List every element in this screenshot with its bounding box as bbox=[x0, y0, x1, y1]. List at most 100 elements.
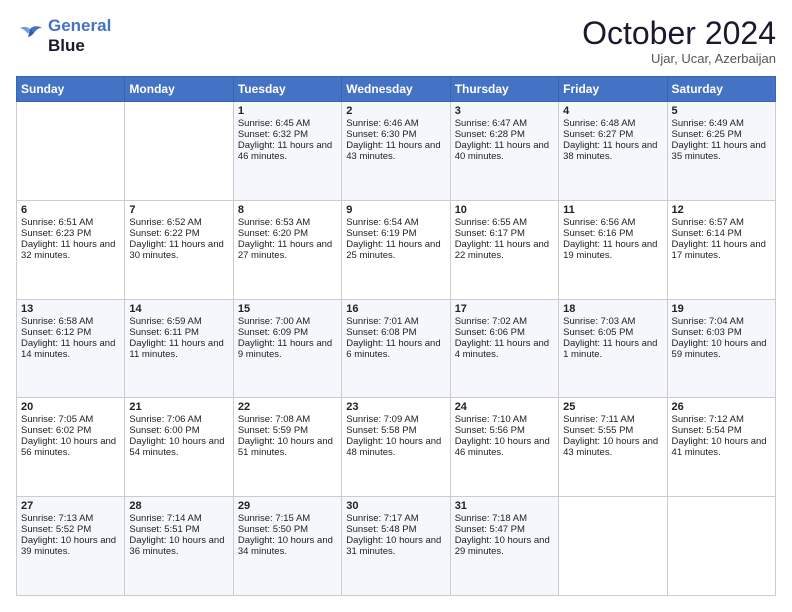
sunrise-text: Sunrise: 7:01 AM bbox=[346, 316, 445, 327]
sunrise-text: Sunrise: 7:03 AM bbox=[563, 316, 662, 327]
sunrise-text: Sunrise: 7:05 AM bbox=[21, 414, 120, 425]
table-row: 3Sunrise: 6:47 AMSunset: 6:28 PMDaylight… bbox=[450, 102, 558, 201]
sunrise-text: Sunrise: 7:17 AM bbox=[346, 513, 445, 524]
table-row: 30Sunrise: 7:17 AMSunset: 5:48 PMDayligh… bbox=[342, 497, 450, 596]
day-number: 27 bbox=[21, 500, 120, 512]
sunrise-text: Sunrise: 7:02 AM bbox=[455, 316, 554, 327]
daylight-text: Daylight: 10 hours and 29 minutes. bbox=[455, 535, 554, 557]
sunrise-text: Sunrise: 7:15 AM bbox=[238, 513, 337, 524]
sunrise-text: Sunrise: 6:51 AM bbox=[21, 217, 120, 228]
day-number: 4 bbox=[563, 105, 662, 117]
daylight-text: Daylight: 11 hours and 1 minute. bbox=[563, 338, 662, 360]
col-sunday: Sunday bbox=[17, 77, 125, 102]
sunset-text: Sunset: 5:51 PM bbox=[129, 524, 228, 535]
sunset-text: Sunset: 5:59 PM bbox=[238, 425, 337, 436]
daylight-text: Daylight: 11 hours and 46 minutes. bbox=[238, 140, 337, 162]
sunrise-text: Sunrise: 7:08 AM bbox=[238, 414, 337, 425]
table-row: 15Sunrise: 7:00 AMSunset: 6:09 PMDayligh… bbox=[233, 299, 341, 398]
daylight-text: Daylight: 11 hours and 25 minutes. bbox=[346, 239, 445, 261]
daylight-text: Daylight: 11 hours and 40 minutes. bbox=[455, 140, 554, 162]
daylight-text: Daylight: 11 hours and 6 minutes. bbox=[346, 338, 445, 360]
logo-text: General Blue bbox=[48, 16, 111, 57]
sunset-text: Sunset: 6:32 PM bbox=[238, 129, 337, 140]
sunrise-text: Sunrise: 6:57 AM bbox=[672, 217, 771, 228]
daylight-text: Daylight: 11 hours and 27 minutes. bbox=[238, 239, 337, 261]
day-number: 12 bbox=[672, 204, 771, 216]
day-number: 1 bbox=[238, 105, 337, 117]
table-row: 9Sunrise: 6:54 AMSunset: 6:19 PMDaylight… bbox=[342, 200, 450, 299]
col-tuesday: Tuesday bbox=[233, 77, 341, 102]
daylight-text: Daylight: 11 hours and 38 minutes. bbox=[563, 140, 662, 162]
day-number: 29 bbox=[238, 500, 337, 512]
sunrise-text: Sunrise: 7:10 AM bbox=[455, 414, 554, 425]
table-row: 24Sunrise: 7:10 AMSunset: 5:56 PMDayligh… bbox=[450, 398, 558, 497]
sunset-text: Sunset: 6:30 PM bbox=[346, 129, 445, 140]
table-row: 11Sunrise: 6:56 AMSunset: 6:16 PMDayligh… bbox=[559, 200, 667, 299]
location: Ujar, Ucar, Azerbaijan bbox=[582, 51, 776, 66]
day-number: 22 bbox=[238, 401, 337, 413]
calendar-week-5: 27Sunrise: 7:13 AMSunset: 5:52 PMDayligh… bbox=[17, 497, 776, 596]
sunset-text: Sunset: 6:19 PM bbox=[346, 228, 445, 239]
sunrise-text: Sunrise: 6:47 AM bbox=[455, 118, 554, 129]
sunset-text: Sunset: 5:48 PM bbox=[346, 524, 445, 535]
calendar-week-3: 13Sunrise: 6:58 AMSunset: 6:12 PMDayligh… bbox=[17, 299, 776, 398]
title-block: October 2024 Ujar, Ucar, Azerbaijan bbox=[582, 16, 776, 66]
table-row: 10Sunrise: 6:55 AMSunset: 6:17 PMDayligh… bbox=[450, 200, 558, 299]
logo: General Blue bbox=[16, 16, 111, 57]
day-number: 14 bbox=[129, 303, 228, 315]
daylight-text: Daylight: 11 hours and 9 minutes. bbox=[238, 338, 337, 360]
daylight-text: Daylight: 10 hours and 31 minutes. bbox=[346, 535, 445, 557]
sunset-text: Sunset: 6:22 PM bbox=[129, 228, 228, 239]
sunset-text: Sunset: 6:05 PM bbox=[563, 327, 662, 338]
day-number: 23 bbox=[346, 401, 445, 413]
day-number: 11 bbox=[563, 204, 662, 216]
sunrise-text: Sunrise: 6:58 AM bbox=[21, 316, 120, 327]
daylight-text: Daylight: 10 hours and 48 minutes. bbox=[346, 436, 445, 458]
sunrise-text: Sunrise: 6:52 AM bbox=[129, 217, 228, 228]
calendar-week-1: 1Sunrise: 6:45 AMSunset: 6:32 PMDaylight… bbox=[17, 102, 776, 201]
sunset-text: Sunset: 5:58 PM bbox=[346, 425, 445, 436]
sunset-text: Sunset: 6:11 PM bbox=[129, 327, 228, 338]
sunset-text: Sunset: 5:52 PM bbox=[21, 524, 120, 535]
daylight-text: Daylight: 11 hours and 22 minutes. bbox=[455, 239, 554, 261]
table-row: 2Sunrise: 6:46 AMSunset: 6:30 PMDaylight… bbox=[342, 102, 450, 201]
sunrise-text: Sunrise: 6:53 AM bbox=[238, 217, 337, 228]
sunset-text: Sunset: 5:50 PM bbox=[238, 524, 337, 535]
daylight-text: Daylight: 11 hours and 19 minutes. bbox=[563, 239, 662, 261]
sunrise-text: Sunrise: 7:04 AM bbox=[672, 316, 771, 327]
calendar-week-4: 20Sunrise: 7:05 AMSunset: 6:02 PMDayligh… bbox=[17, 398, 776, 497]
table-row: 12Sunrise: 6:57 AMSunset: 6:14 PMDayligh… bbox=[667, 200, 775, 299]
header: General Blue October 2024 Ujar, Ucar, Az… bbox=[16, 16, 776, 66]
sunrise-text: Sunrise: 7:00 AM bbox=[238, 316, 337, 327]
table-row: 22Sunrise: 7:08 AMSunset: 5:59 PMDayligh… bbox=[233, 398, 341, 497]
table-row bbox=[125, 102, 233, 201]
page: General Blue October 2024 Ujar, Ucar, Az… bbox=[0, 0, 792, 612]
day-number: 21 bbox=[129, 401, 228, 413]
day-number: 8 bbox=[238, 204, 337, 216]
table-row: 8Sunrise: 6:53 AMSunset: 6:20 PMDaylight… bbox=[233, 200, 341, 299]
sunset-text: Sunset: 6:14 PM bbox=[672, 228, 771, 239]
col-wednesday: Wednesday bbox=[342, 77, 450, 102]
sunrise-text: Sunrise: 7:14 AM bbox=[129, 513, 228, 524]
daylight-text: Daylight: 11 hours and 11 minutes. bbox=[129, 338, 228, 360]
calendar-week-2: 6Sunrise: 6:51 AMSunset: 6:23 PMDaylight… bbox=[17, 200, 776, 299]
sunrise-text: Sunrise: 6:45 AM bbox=[238, 118, 337, 129]
day-number: 9 bbox=[346, 204, 445, 216]
calendar-header-row: Sunday Monday Tuesday Wednesday Thursday… bbox=[17, 77, 776, 102]
daylight-text: Daylight: 11 hours and 17 minutes. bbox=[672, 239, 771, 261]
day-number: 3 bbox=[455, 105, 554, 117]
col-thursday: Thursday bbox=[450, 77, 558, 102]
daylight-text: Daylight: 10 hours and 36 minutes. bbox=[129, 535, 228, 557]
sunrise-text: Sunrise: 6:59 AM bbox=[129, 316, 228, 327]
day-number: 18 bbox=[563, 303, 662, 315]
sunset-text: Sunset: 6:25 PM bbox=[672, 129, 771, 140]
table-row bbox=[667, 497, 775, 596]
sunset-text: Sunset: 5:56 PM bbox=[455, 425, 554, 436]
day-number: 31 bbox=[455, 500, 554, 512]
sunset-text: Sunset: 6:02 PM bbox=[21, 425, 120, 436]
table-row: 31Sunrise: 7:18 AMSunset: 5:47 PMDayligh… bbox=[450, 497, 558, 596]
table-row: 28Sunrise: 7:14 AMSunset: 5:51 PMDayligh… bbox=[125, 497, 233, 596]
table-row: 23Sunrise: 7:09 AMSunset: 5:58 PMDayligh… bbox=[342, 398, 450, 497]
day-number: 15 bbox=[238, 303, 337, 315]
sunset-text: Sunset: 5:55 PM bbox=[563, 425, 662, 436]
